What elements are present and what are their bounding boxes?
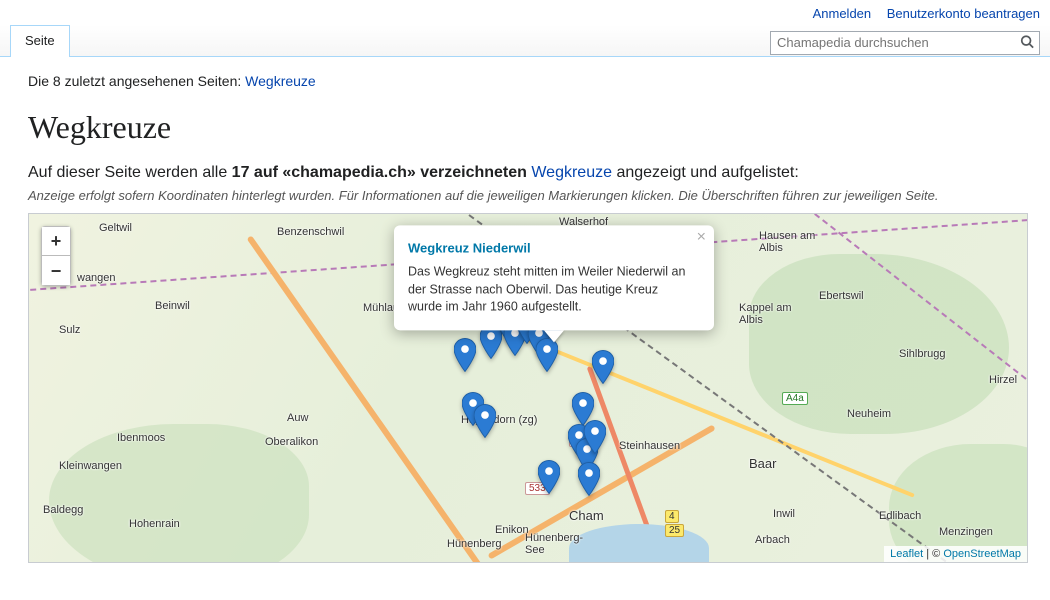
route-shield: 4 <box>665 510 679 523</box>
map-marker[interactable] <box>538 460 560 494</box>
place-label: Kleinwangen <box>59 460 122 472</box>
place-label: Kappel am Albis <box>739 302 792 326</box>
place-label: Hohenrain <box>129 518 180 530</box>
search-box <box>770 31 1040 55</box>
intro-line: Auf dieser Seite werden alle 17 auf «cha… <box>28 164 1036 182</box>
place-label: Menzingen <box>939 526 993 538</box>
map-attribution: Leaflet | © OpenStreetMap <box>884 546 1027 562</box>
zoom-controls: + − <box>41 226 71 286</box>
signup-link[interactable]: Benutzerkonto beantragen <box>887 6 1040 21</box>
popup-body: Das Wegkreuz steht mitten im Weiler Nied… <box>408 264 694 317</box>
place-label: Geltwil <box>99 222 132 234</box>
place-label: Sihlbrugg <box>899 348 945 360</box>
place-label: Cham <box>569 508 604 523</box>
place-label: Hirzel <box>989 374 1017 386</box>
map-marker[interactable] <box>454 338 476 372</box>
place-label: Ebertswil <box>819 290 864 302</box>
place-label: Enikon <box>495 524 529 536</box>
leaflet-link[interactable]: Leaflet <box>890 548 923 560</box>
place-label: Sulz <box>59 324 80 336</box>
map-marker[interactable] <box>592 350 614 384</box>
place-label: Benzenschwil <box>277 226 344 238</box>
route-shield: A4a <box>782 392 808 405</box>
recent-prefix: Die 8 zuletzt angesehenen Seiten: <box>28 73 245 89</box>
place-label: Hünenberg- See <box>525 532 583 556</box>
intro-link[interactable]: Wegkreuze <box>531 164 612 181</box>
search-input[interactable] <box>770 31 1040 55</box>
place-label: Steinhausen <box>619 440 680 452</box>
place-label: Arbach <box>755 534 790 546</box>
place-label: Edlibach <box>879 510 921 522</box>
place-label: Auw <box>287 412 308 424</box>
place-label: Hausen am Albis <box>759 230 815 254</box>
place-label: Hünenberg <box>447 538 501 550</box>
popup-close-button[interactable]: × <box>697 229 706 245</box>
osm-link[interactable]: OpenStreetMap <box>943 548 1021 560</box>
popup-title-link[interactable]: Wegkreuz Niederwil <box>408 239 531 257</box>
map-marker[interactable] <box>584 420 606 454</box>
map-popup: × Wegkreuz Niederwil Das Wegkreuz steht … <box>394 225 714 330</box>
map-marker[interactable] <box>578 462 600 496</box>
map-marker[interactable] <box>474 404 496 438</box>
place-label: wangen <box>77 272 116 284</box>
tab-page[interactable]: Seite <box>10 25 70 57</box>
place-label: Beinwil <box>155 300 190 312</box>
spacer <box>70 25 770 56</box>
place-label: Baldegg <box>43 504 83 516</box>
place-label: Oberalikon <box>265 436 318 448</box>
place-label: Ibenmoos <box>117 432 165 444</box>
hint-text: Anzeige erfolgt sofern Koordinaten hinte… <box>28 188 1036 203</box>
login-link[interactable]: Anmelden <box>813 6 872 21</box>
recent-link[interactable]: Wegkreuze <box>245 73 316 89</box>
route-shield: 25 <box>665 524 684 537</box>
recent-pages: Die 8 zuletzt angesehenen Seiten: Wegkre… <box>28 73 1036 89</box>
zoom-out-button[interactable]: − <box>41 256 71 286</box>
place-label: Neuheim <box>847 408 891 420</box>
place-label: Inwil <box>773 508 795 520</box>
place-label: Baar <box>749 456 776 471</box>
page-title: Wegkreuze <box>28 109 1036 146</box>
zoom-in-button[interactable]: + <box>41 226 71 256</box>
map[interactable]: Geltwil Benzenschwil Walserhof Hausen am… <box>28 213 1028 563</box>
map-marker[interactable] <box>536 338 558 372</box>
